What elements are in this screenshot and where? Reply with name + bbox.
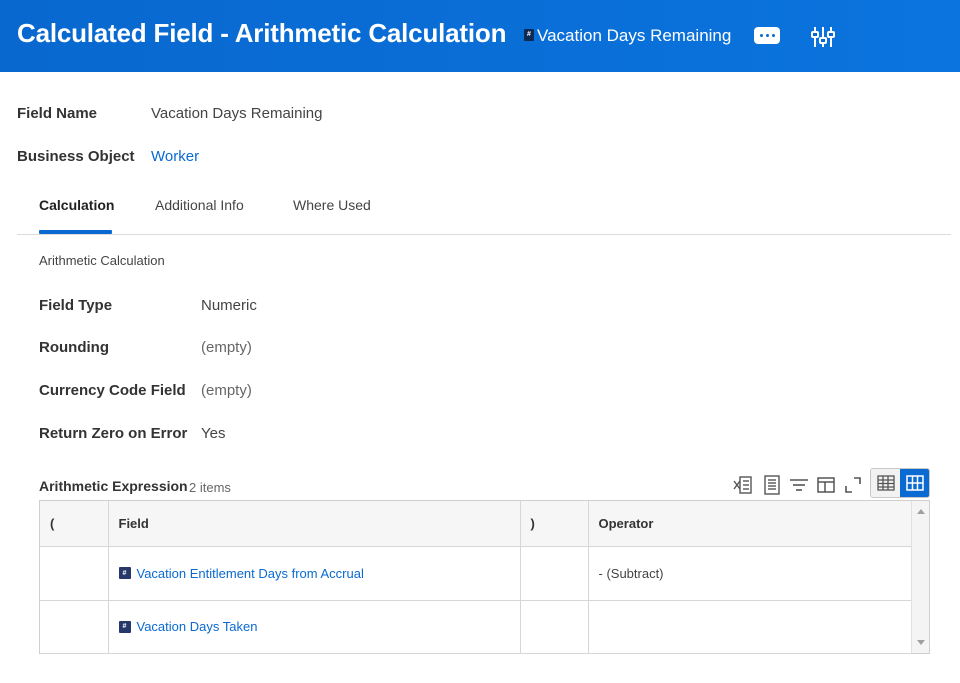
operator-cell: - (Subtract)	[588, 546, 913, 601]
field-name-label: Field Name	[17, 105, 98, 122]
calculated-field-icon: #	[118, 620, 131, 633]
field-cell: # Vacation Entitlement Days from Accrual	[108, 546, 521, 601]
page-title: Calculated Field - Arithmetic Calculatio…	[17, 18, 507, 48]
table-row: # Vacation Days Taken	[40, 600, 913, 654]
open-paren-cell	[40, 546, 109, 601]
operator-cell	[588, 600, 913, 654]
active-tab-indicator	[39, 230, 112, 234]
rounding-value: (empty)	[201, 339, 252, 356]
scroll-down-icon[interactable]	[917, 640, 925, 645]
grid-view-icon[interactable]	[900, 469, 929, 497]
currency-code-field-value: (empty)	[201, 382, 252, 399]
fullscreen-icon[interactable]	[842, 474, 864, 496]
tab-where-used[interactable]: Where Used	[293, 197, 371, 213]
currency-code-field-label: Currency Code Field	[39, 382, 186, 399]
close-paren-cell	[520, 546, 589, 601]
grid-item-count: 2 items	[189, 480, 231, 495]
field-name-value: Vacation Days Remaining	[151, 105, 323, 122]
arithmetic-expression-grid: ( Field ) Operator # Vacation Entitlemen…	[39, 500, 930, 654]
field-link[interactable]: Vacation Entitlement Days from Accrual	[137, 566, 364, 581]
field-cell: # Vacation Days Taken	[108, 600, 521, 654]
field-link[interactable]: Vacation Days Taken	[137, 619, 258, 634]
return-zero-label: Return Zero on Error	[39, 425, 188, 442]
business-object-label: Business Object	[17, 148, 135, 165]
column-header-close-paren[interactable]: )	[520, 501, 589, 547]
table-view-icon[interactable]	[871, 469, 900, 497]
field-type-value: Numeric	[201, 297, 257, 314]
calculated-field-icon: #	[524, 28, 534, 41]
column-header-operator[interactable]: Operator	[588, 501, 913, 547]
export-excel-icon[interactable]	[732, 474, 754, 496]
business-object-link[interactable]: Worker	[151, 148, 199, 165]
tab-bar: Calculation Additional Info Where Used	[17, 186, 951, 235]
tab-additional-info[interactable]: Additional Info	[155, 197, 244, 213]
close-paren-cell	[520, 600, 589, 654]
table-row: # Vacation Entitlement Days from Accrual…	[40, 546, 913, 601]
filter-icon[interactable]	[788, 474, 810, 496]
field-type-label: Field Type	[39, 297, 113, 314]
scroll-up-icon[interactable]	[917, 509, 925, 514]
open-paren-cell	[40, 600, 109, 654]
page-header: Calculated Field - Arithmetic Calculatio…	[0, 0, 960, 72]
tab-calculation[interactable]: Calculation	[39, 197, 114, 213]
view-toggle	[870, 468, 930, 498]
column-header-field[interactable]: Field	[108, 501, 521, 547]
rounding-label: Rounding	[39, 339, 109, 356]
grid-title: Arithmetic Expression	[39, 478, 188, 494]
more-horizontal-icon[interactable]	[754, 27, 780, 44]
object-reference[interactable]: # Vacation Days Remaining	[524, 26, 731, 46]
export-pdf-icon[interactable]	[761, 474, 783, 496]
columns-icon[interactable]	[815, 474, 837, 496]
calculated-field-icon: #	[118, 567, 131, 579]
section-title: Arithmetic Calculation	[39, 253, 165, 268]
grid-scrollbar[interactable]	[911, 501, 929, 653]
column-header-open-paren[interactable]: (	[40, 501, 109, 547]
related-actions-icon[interactable]	[810, 24, 836, 50]
object-name[interactable]: Vacation Days Remaining	[537, 26, 731, 46]
return-zero-value: Yes	[201, 425, 226, 442]
